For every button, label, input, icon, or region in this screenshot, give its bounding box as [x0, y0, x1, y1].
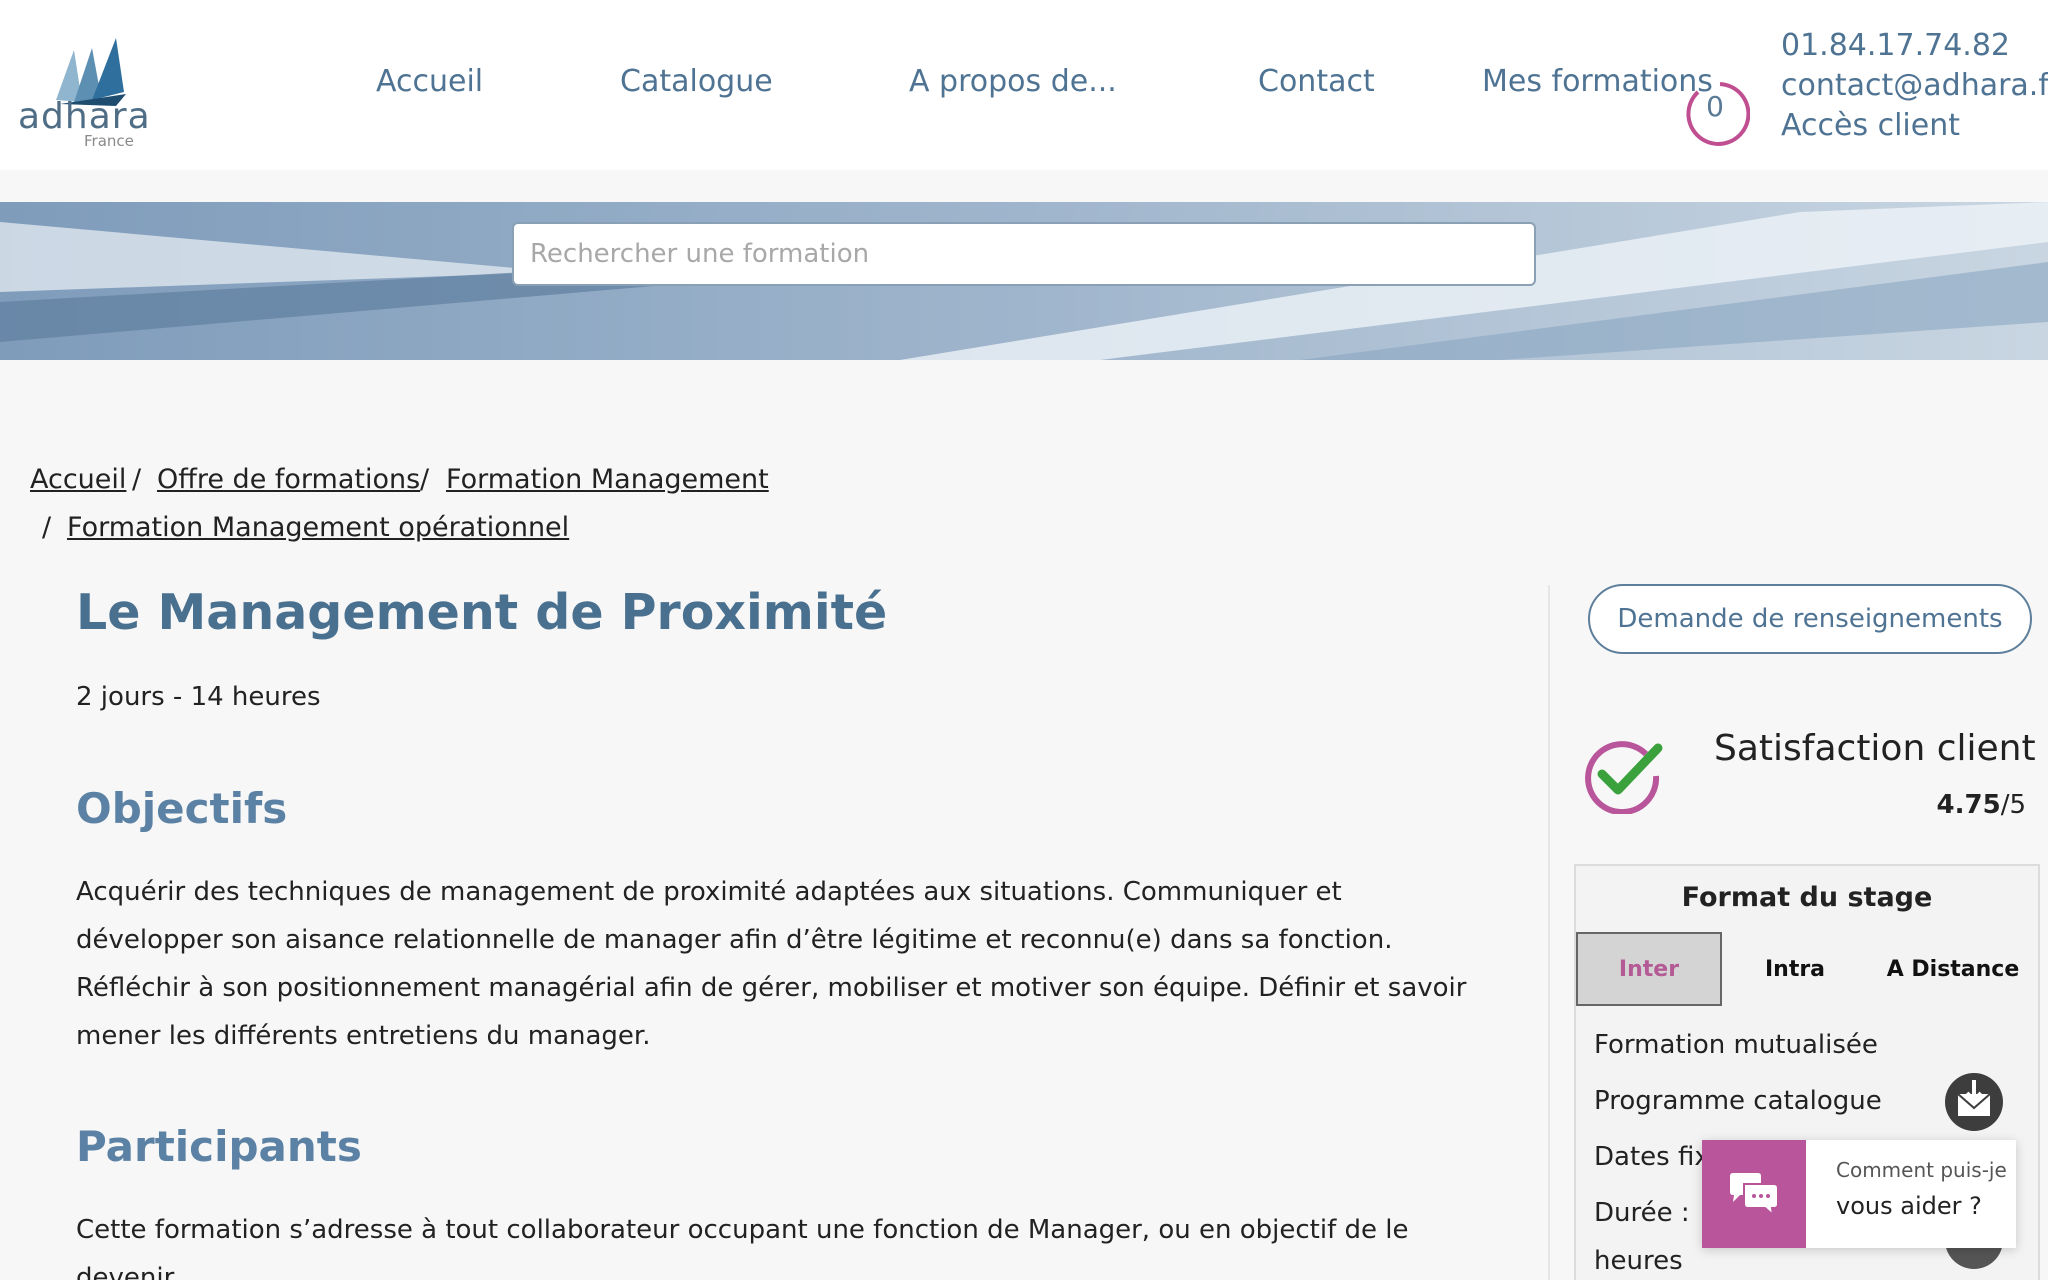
breadcrumb-separator: /	[42, 512, 52, 543]
breadcrumb-separator: /	[132, 464, 142, 495]
nav-accueil[interactable]: Accueil	[376, 64, 483, 99]
format-title: Format du stage	[1681, 882, 1933, 913]
chat-prompt-line2[interactable]: vous aider ?	[1836, 1192, 2007, 1220]
chat-bubbles-icon	[1730, 1173, 1779, 1216]
request-info-button[interactable]: Demande de renseignements	[1588, 584, 2032, 654]
satisfaction-check-icon	[1585, 741, 1663, 814]
nav-a-propos[interactable]: A propos de...	[909, 64, 1117, 99]
client-access-link[interactable]: Accès client	[1781, 108, 1960, 143]
satisfaction-label: Satisfaction client	[1714, 728, 2036, 769]
objectives-heading: Objectifs	[76, 784, 288, 833]
format-line-duree: Durée :	[1594, 1198, 1690, 1228]
participants-text: Cette formation s’adresse à tout collabo…	[76, 1215, 1409, 1280]
nav-catalogue[interactable]: Catalogue	[620, 64, 773, 99]
breadcrumb-accueil[interactable]: Accueil	[30, 464, 126, 495]
breadcrumb-management-operationnel[interactable]: Formation Management opérationnel	[67, 512, 569, 543]
participants-heading: Participants	[76, 1122, 362, 1171]
breadcrumb-offre[interactable]: Offre de formations	[157, 464, 420, 495]
download-program-icon[interactable]	[1944, 1072, 2004, 1132]
chat-prompt-line1[interactable]: Comment puis-je	[1836, 1158, 2007, 1182]
nav-contact[interactable]: Contact	[1258, 64, 1375, 99]
logo-subtitle: France	[84, 132, 134, 150]
site-header: adhara France Accueil Catalogue A propos…	[0, 0, 2048, 170]
breadcrumb-separator: /	[420, 464, 430, 495]
tab-a-distance[interactable]: A Distance	[1868, 932, 2038, 1006]
format-line-programme: Programme catalogue	[1594, 1086, 1882, 1116]
header-email[interactable]: contact@adhara.fr	[1781, 68, 2048, 103]
logo-wordmark[interactable]: adhara	[18, 96, 151, 137]
chat-icon-container[interactable]	[1702, 1140, 1806, 1248]
search-input[interactable]	[512, 222, 1536, 286]
format-line-heures: heures	[1594, 1246, 1683, 1276]
course-duration: 2 jours - 14 heures	[76, 682, 321, 712]
objectives-text: Acquérir des techniques de management de…	[76, 877, 1467, 1051]
format-line-mutualisee: Formation mutualisée	[1594, 1030, 1878, 1060]
tab-inter[interactable]: Inter	[1576, 932, 1722, 1006]
satisfaction-score: 4.75/5	[1936, 790, 2026, 820]
chat-widget[interactable]: Comment puis-je vous aider ?	[1702, 1140, 2016, 1248]
page-title: Le Management de Proximité	[76, 584, 888, 641]
format-line-dates: Dates fix	[1594, 1142, 1710, 1172]
breadcrumb-management[interactable]: Formation Management	[446, 464, 769, 495]
cart-count[interactable]: 0	[1680, 90, 1750, 123]
nav-mes-formations[interactable]: Mes formations	[1482, 64, 1713, 99]
tab-intra[interactable]: Intra	[1722, 932, 1868, 1006]
header-phone[interactable]: 01.84.17.74.82	[1781, 28, 2010, 63]
sidebar-divider	[1548, 585, 1550, 1280]
